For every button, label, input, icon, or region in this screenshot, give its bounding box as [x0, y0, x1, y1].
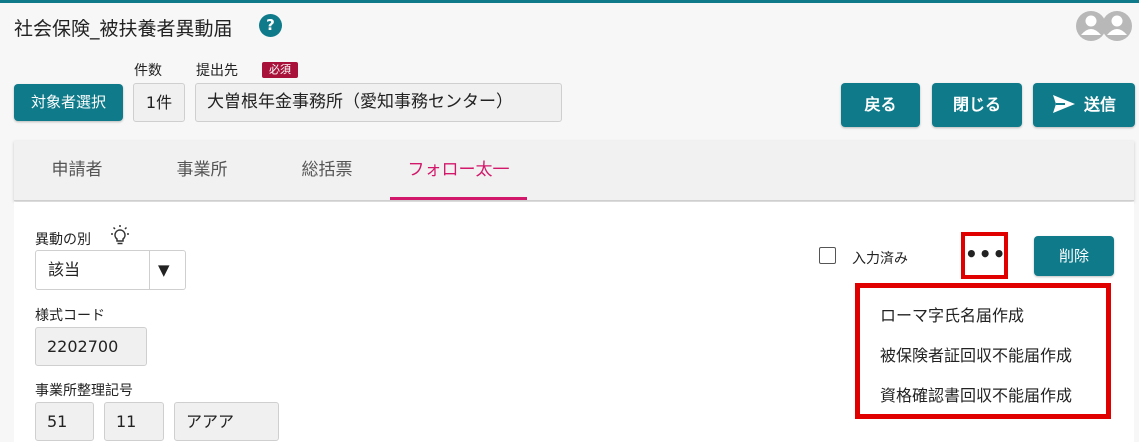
back-button[interactable]: 戻る [841, 83, 920, 127]
count-label: 件数 [134, 63, 162, 79]
entered-label: 入力済み [852, 251, 908, 267]
close-button[interactable]: 閉じる [932, 83, 1022, 127]
top-accent-bar [0, 0, 1139, 3]
tab-person[interactable]: フォロー太一 [390, 141, 527, 200]
entered-checkbox[interactable] [819, 247, 836, 264]
destination-field[interactable]: 大曽根年金事務所（愛知事務センター） [195, 83, 562, 122]
select-divider [149, 251, 150, 289]
more-icon[interactable]: ••• [965, 236, 1005, 275]
menu-item-certificate-unrecoverable[interactable]: 資格確認書回収不能届作成 [880, 382, 1072, 406]
office-code-field-2[interactable]: 11 [104, 402, 164, 441]
menu-item-card-unrecoverable[interactable]: 被保険者証回収不能届作成 [880, 342, 1072, 366]
more-highlight: ••• [961, 232, 1008, 279]
send-arrow-icon [1052, 95, 1075, 113]
page-title: 社会保険_被扶養者異動届 [14, 18, 233, 40]
send-label: 送信 [1083, 95, 1116, 114]
tab-applicant[interactable]: 申請者 [14, 141, 140, 200]
change-type-value: 該当 [48, 260, 81, 279]
office-code-label: 事業所整理記号 [35, 383, 133, 399]
select-target-button[interactable]: 対象者選択 [14, 84, 123, 121]
dropdown-arrow-icon[interactable]: ▼ [158, 251, 170, 289]
change-type-select[interactable]: 該当 ▼ [35, 250, 186, 290]
lightbulb-icon[interactable] [108, 224, 132, 248]
count-field: 1件 [133, 83, 185, 122]
destination-label: 提出先 [196, 63, 238, 79]
office-code-field-1[interactable]: 51 [35, 402, 94, 441]
send-button[interactable]: 送信 [1033, 83, 1135, 127]
tab-summary[interactable]: 総括票 [264, 141, 390, 200]
menu-item-romaji[interactable]: ローマ字氏名届作成 [880, 302, 1024, 326]
help-icon[interactable]: ? [259, 14, 282, 37]
delete-button[interactable]: 削除 [1034, 236, 1114, 276]
required-badge: 必須 [262, 62, 298, 78]
change-type-label: 異動の別 [35, 232, 91, 248]
more-menu: ローマ字氏名届作成 被保険者証回収不能届作成 資格確認書回収不能届作成 [855, 283, 1111, 419]
user-avatar-icon[interactable] [1074, 9, 1134, 43]
tab-bar: 申請者 事業所 総括票 フォロー太一 [14, 141, 1134, 201]
format-code-label: 様式コード [35, 308, 105, 324]
format-code-field: 2202700 [35, 327, 147, 366]
tab-office[interactable]: 事業所 [140, 141, 264, 200]
office-code-field-3[interactable]: アアア [174, 402, 279, 441]
